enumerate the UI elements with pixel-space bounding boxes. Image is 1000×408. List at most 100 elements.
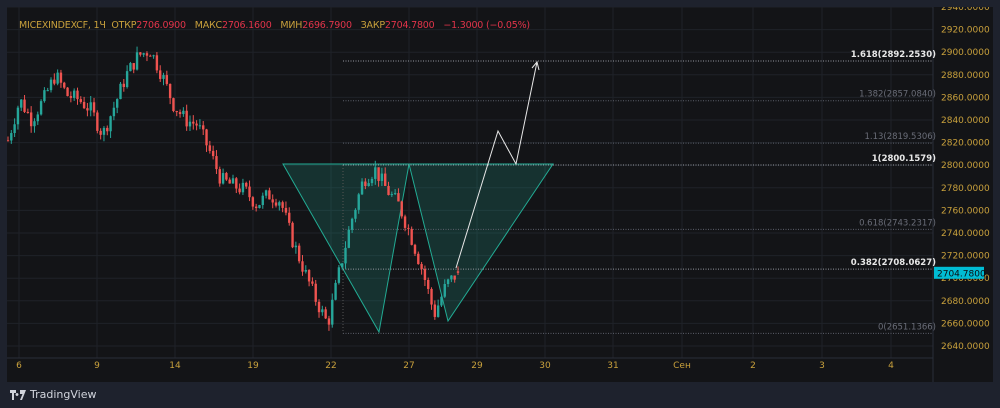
candle-body [258, 205, 261, 209]
candle-body [347, 229, 351, 248]
candle-body [139, 52, 142, 55]
candle-body [159, 70, 162, 79]
candle-body [188, 121, 192, 127]
candle-body [182, 110, 185, 115]
time-tick-label: 9 [94, 361, 100, 371]
symbol-name[interactable]: MICEXINDEXCF, 1Ч [19, 20, 106, 31]
candle-body [324, 309, 327, 319]
candle-body [20, 99, 23, 108]
candle-body [106, 127, 109, 132]
candle-body [23, 99, 26, 112]
candle-body [235, 178, 238, 189]
price-tick-label: 2660.0000 [941, 319, 990, 329]
candle-body [380, 173, 384, 181]
symbol-legend: MICEXINDEXCF, 1Ч ОТКР2706.0900 МАКС2706.… [19, 20, 536, 31]
fib-level-label: 1.382(2857.0840) [859, 90, 936, 100]
time-tick-label: 3 [819, 361, 825, 371]
price-tick-label: 2760.0000 [941, 206, 990, 216]
candle-body [251, 197, 255, 207]
time-tick-label: 29 [471, 361, 483, 371]
candle-body [354, 209, 357, 219]
candle-body [53, 79, 56, 84]
open-label: ОТКР [111, 20, 137, 31]
price-tick-label: 2840.0000 [941, 116, 990, 126]
time-tick-label: 31 [607, 361, 618, 371]
candle-body [92, 102, 96, 113]
price-tick-label: 2900.0000 [941, 48, 990, 58]
candle-body [321, 309, 324, 313]
candle-body [397, 193, 400, 202]
candle-body [407, 227, 410, 229]
candle-body [331, 299, 334, 325]
candle-body [403, 216, 407, 228]
candle-body [205, 129, 208, 146]
candle-body [99, 130, 102, 135]
fib-level-label: 1(2800.1579) [872, 154, 936, 164]
candle-body [86, 108, 89, 111]
candle-body [165, 75, 169, 84]
candle-body [443, 284, 446, 297]
candle-body [327, 318, 331, 325]
candle-body [264, 190, 268, 196]
candle-body [314, 283, 317, 302]
open-value: 2706.0900 [136, 20, 186, 31]
price-tick-label: 2820.0000 [941, 139, 990, 149]
price-tick-label: 2800.0000 [941, 161, 990, 171]
candle-body [178, 112, 182, 115]
candle-body [294, 245, 298, 248]
candle-body [436, 305, 440, 317]
candle-body [238, 188, 241, 193]
candle-body [43, 90, 46, 102]
candle-body [357, 194, 360, 210]
candle-body [374, 167, 377, 179]
footer-brand[interactable]: TradingView [10, 388, 96, 401]
candle-body [152, 55, 155, 57]
candle-body [337, 267, 341, 283]
candle-body [115, 99, 119, 108]
candle-body [311, 281, 314, 284]
candle-body [145, 53, 149, 56]
time-tick-label: 19 [247, 361, 259, 371]
candle-body [225, 173, 228, 180]
change-value: −1.3000 (−0.05%) [443, 20, 530, 31]
candle-body [202, 125, 205, 130]
candle-body [278, 202, 281, 206]
candle-body [76, 90, 79, 100]
time-tick-label: Сен [673, 361, 691, 371]
candle-body [453, 275, 456, 280]
candle-body [360, 181, 364, 195]
brand-name: TradingView [30, 388, 97, 401]
candle-body [410, 228, 413, 245]
candle-body [7, 140, 10, 142]
low-label: МИН [280, 20, 303, 31]
candle-body [261, 195, 264, 206]
candle-body [291, 222, 294, 248]
candle-body [192, 121, 195, 124]
candle-body [344, 247, 347, 264]
price-chart[interactable]: 2940.0000 2920.0000 2900.0000 2880.0000 2860… [7, 7, 993, 382]
candle-body [135, 52, 139, 70]
candle-body [370, 178, 374, 184]
candle-body [142, 53, 145, 55]
candle-body [304, 270, 307, 272]
candle-body [79, 99, 82, 102]
price-tick-label: 2720.0000 [941, 252, 990, 262]
time-tick-label: 22 [325, 361, 336, 371]
candle-body [450, 275, 453, 280]
candle-body [274, 202, 278, 206]
candle-body [417, 253, 420, 265]
candle-body [198, 125, 202, 127]
candle-body [82, 101, 86, 109]
high-label: МАКС [194, 20, 222, 31]
candle-body [215, 156, 218, 170]
candle-body [390, 194, 394, 196]
candle-body [49, 79, 53, 91]
candle-body [268, 190, 271, 200]
candle-body [317, 301, 321, 313]
candle-body [66, 87, 69, 97]
price-tick-label: 2880.0000 [941, 71, 990, 81]
fib-level-label: 0(2651.1366) [878, 322, 936, 332]
time-tick-label: 2 [750, 361, 756, 371]
candle-body [155, 55, 159, 71]
candle-body [456, 271, 460, 273]
